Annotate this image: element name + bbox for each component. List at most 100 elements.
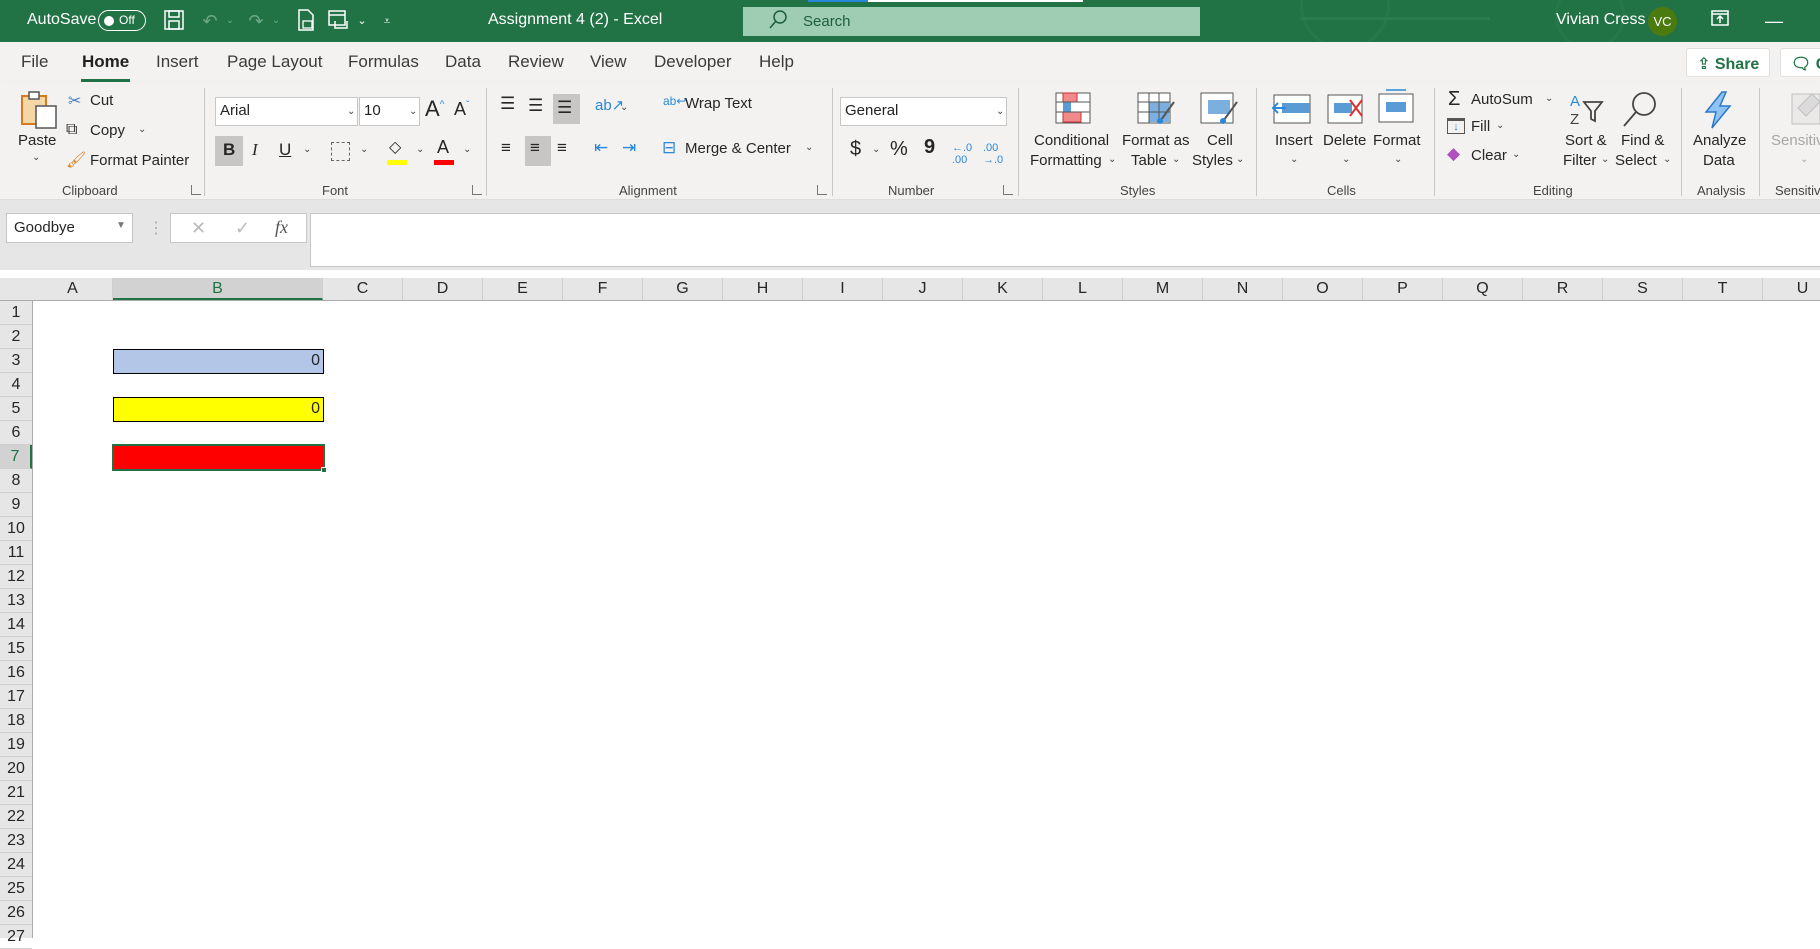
font-name-select[interactable]: Arial ⌄	[215, 97, 358, 126]
undo-dropdown-icon[interactable]: ⌄	[218, 9, 242, 33]
autosum-dropdown-icon[interactable]: ⌄	[1545, 93, 1553, 104]
find-select-icon[interactable]	[1620, 90, 1660, 127]
row-header-18[interactable]: 18	[0, 709, 32, 733]
analyze-data-icon[interactable]	[1700, 90, 1740, 129]
cancel-icon[interactable]: ✕	[191, 218, 206, 239]
align-right-icon[interactable]: ≡	[557, 138, 567, 158]
row-header-10[interactable]: 10	[0, 517, 32, 541]
row-header-14[interactable]: 14	[0, 613, 32, 637]
column-header-b[interactable]: B	[113, 278, 323, 300]
bold-button[interactable]: B	[223, 140, 235, 160]
autosum-button[interactable]: AutoSum	[1471, 91, 1533, 108]
tab-data[interactable]: Data	[445, 52, 481, 72]
fill-color-icon[interactable]: ◇	[389, 137, 401, 157]
row-header-15[interactable]: 15	[0, 637, 32, 661]
cell-b3[interactable]: 0	[113, 349, 324, 374]
paste-icon[interactable]	[20, 90, 60, 129]
column-header-c[interactable]: C	[323, 278, 403, 300]
copy-button[interactable]: Copy	[90, 122, 125, 139]
bottom-align-icon[interactable]: ☰	[557, 98, 572, 118]
formula-input[interactable]	[310, 213, 1820, 267]
clipboard-launcher-icon[interactable]	[191, 185, 201, 195]
column-header-a[interactable]: A	[33, 278, 113, 300]
row-header-24[interactable]: 24	[0, 853, 32, 877]
number-launcher-icon[interactable]	[1003, 185, 1013, 195]
column-header-t[interactable]: T	[1683, 278, 1763, 300]
name-box[interactable]: Goodbye ▼	[6, 213, 133, 243]
redo-dropdown-icon[interactable]: ⌄	[264, 9, 288, 33]
format-painter-button[interactable]: Format Painter	[90, 152, 189, 169]
fill-handle[interactable]	[321, 467, 327, 473]
currency-button[interactable]: $	[850, 138, 861, 161]
decrease-decimal-icon[interactable]: .00 →.0	[983, 142, 1003, 166]
row-header-8[interactable]: 8	[0, 469, 32, 493]
row-header-16[interactable]: 16	[0, 661, 32, 685]
borders-dropdown-icon[interactable]: ⌄	[360, 144, 368, 155]
row-header-4[interactable]: 4	[0, 373, 32, 397]
clear-button[interactable]: Clear	[1471, 147, 1507, 164]
print-preview-icon[interactable]	[294, 9, 318, 33]
paste-dropdown-icon[interactable]: ⌄	[32, 152, 40, 163]
alignment-launcher-icon[interactable]	[817, 185, 827, 195]
increase-decimal-icon[interactable]: ←.0.00	[952, 142, 972, 166]
row-header-1[interactable]: 1	[0, 301, 32, 325]
comma-style-button[interactable]: 9	[924, 136, 935, 159]
sort-filter-icon[interactable]: AZ	[1568, 92, 1608, 128]
share-button[interactable]: ⇪ Share	[1686, 48, 1770, 77]
row-header-7[interactable]: 7	[0, 445, 32, 469]
column-header-h[interactable]: H	[723, 278, 803, 300]
insert-cells-button[interactable]: Insert	[1275, 132, 1313, 149]
tab-developer[interactable]: Developer	[654, 52, 732, 72]
column-header-j[interactable]: J	[883, 278, 963, 300]
conditional-formatting-label-2[interactable]: Formatting	[1030, 152, 1102, 169]
tab-view[interactable]: View	[590, 52, 627, 72]
row-header-27[interactable]: 27	[0, 925, 32, 949]
column-header-n[interactable]: N	[1203, 278, 1283, 300]
sort-filter-label-1[interactable]: Sort &	[1565, 132, 1607, 149]
align-center-icon[interactable]: ≡	[530, 138, 540, 158]
column-header-u[interactable]: U	[1763, 278, 1820, 300]
underline-button[interactable]: U	[279, 140, 291, 160]
save-icon[interactable]	[162, 9, 186, 33]
fill-dropdown-icon[interactable]: ⌄	[1496, 120, 1504, 131]
tab-file[interactable]: File	[21, 52, 48, 72]
tab-page-layout[interactable]: Page Layout	[227, 52, 322, 72]
row-header-5[interactable]: 5	[0, 397, 32, 421]
search-box[interactable]: Search	[743, 7, 1200, 36]
italic-button[interactable]: I	[252, 140, 258, 160]
row-header-23[interactable]: 23	[0, 829, 32, 853]
insert-cells-icon[interactable]	[1271, 94, 1312, 130]
format-as-table-icon[interactable]	[1137, 92, 1177, 128]
wrap-text-button[interactable]: Wrap Text	[685, 95, 752, 112]
switch-windows-icon[interactable]	[326, 9, 350, 33]
row-header-26[interactable]: 26	[0, 901, 32, 925]
column-header-i[interactable]: I	[803, 278, 883, 300]
tab-review[interactable]: Review	[508, 52, 564, 72]
decrease-font-size-icon[interactable]: Aˇ	[454, 99, 469, 120]
tab-home[interactable]: Home	[80, 52, 131, 82]
format-cells-icon[interactable]	[1378, 88, 1418, 124]
delete-cells-button[interactable]: Delete	[1323, 132, 1366, 149]
row-header-6[interactable]: 6	[0, 421, 32, 445]
column-header-o[interactable]: O	[1283, 278, 1363, 300]
column-header-k[interactable]: K	[963, 278, 1043, 300]
analyze-data-label-2[interactable]: Data	[1703, 152, 1735, 169]
enter-icon[interactable]: ✓	[235, 218, 250, 239]
column-header-p[interactable]: P	[1363, 278, 1443, 300]
copy-dropdown-icon[interactable]: ⌄	[138, 124, 146, 135]
column-header-d[interactable]: D	[403, 278, 483, 300]
cell-styles-icon[interactable]	[1200, 92, 1240, 128]
cell-styles-label-2[interactable]: Styles	[1192, 152, 1233, 169]
column-header-m[interactable]: M	[1123, 278, 1203, 300]
increase-font-size-icon[interactable]: A^	[425, 96, 444, 122]
analyze-data-label-1[interactable]: Analyze	[1693, 132, 1746, 149]
paste-label[interactable]: Paste	[18, 132, 56, 149]
insert-function-icon[interactable]: fx	[275, 217, 288, 238]
font-launcher-icon[interactable]	[472, 185, 482, 195]
row-header-25[interactable]: 25	[0, 877, 32, 901]
row-header-13[interactable]: 13	[0, 589, 32, 613]
format-as-table-label-1[interactable]: Format as	[1122, 132, 1190, 149]
merge-center-button[interactable]: Merge & Center	[685, 140, 791, 157]
comments-button[interactable]: 🗨 C	[1780, 48, 1820, 77]
borders-icon[interactable]	[331, 142, 350, 161]
